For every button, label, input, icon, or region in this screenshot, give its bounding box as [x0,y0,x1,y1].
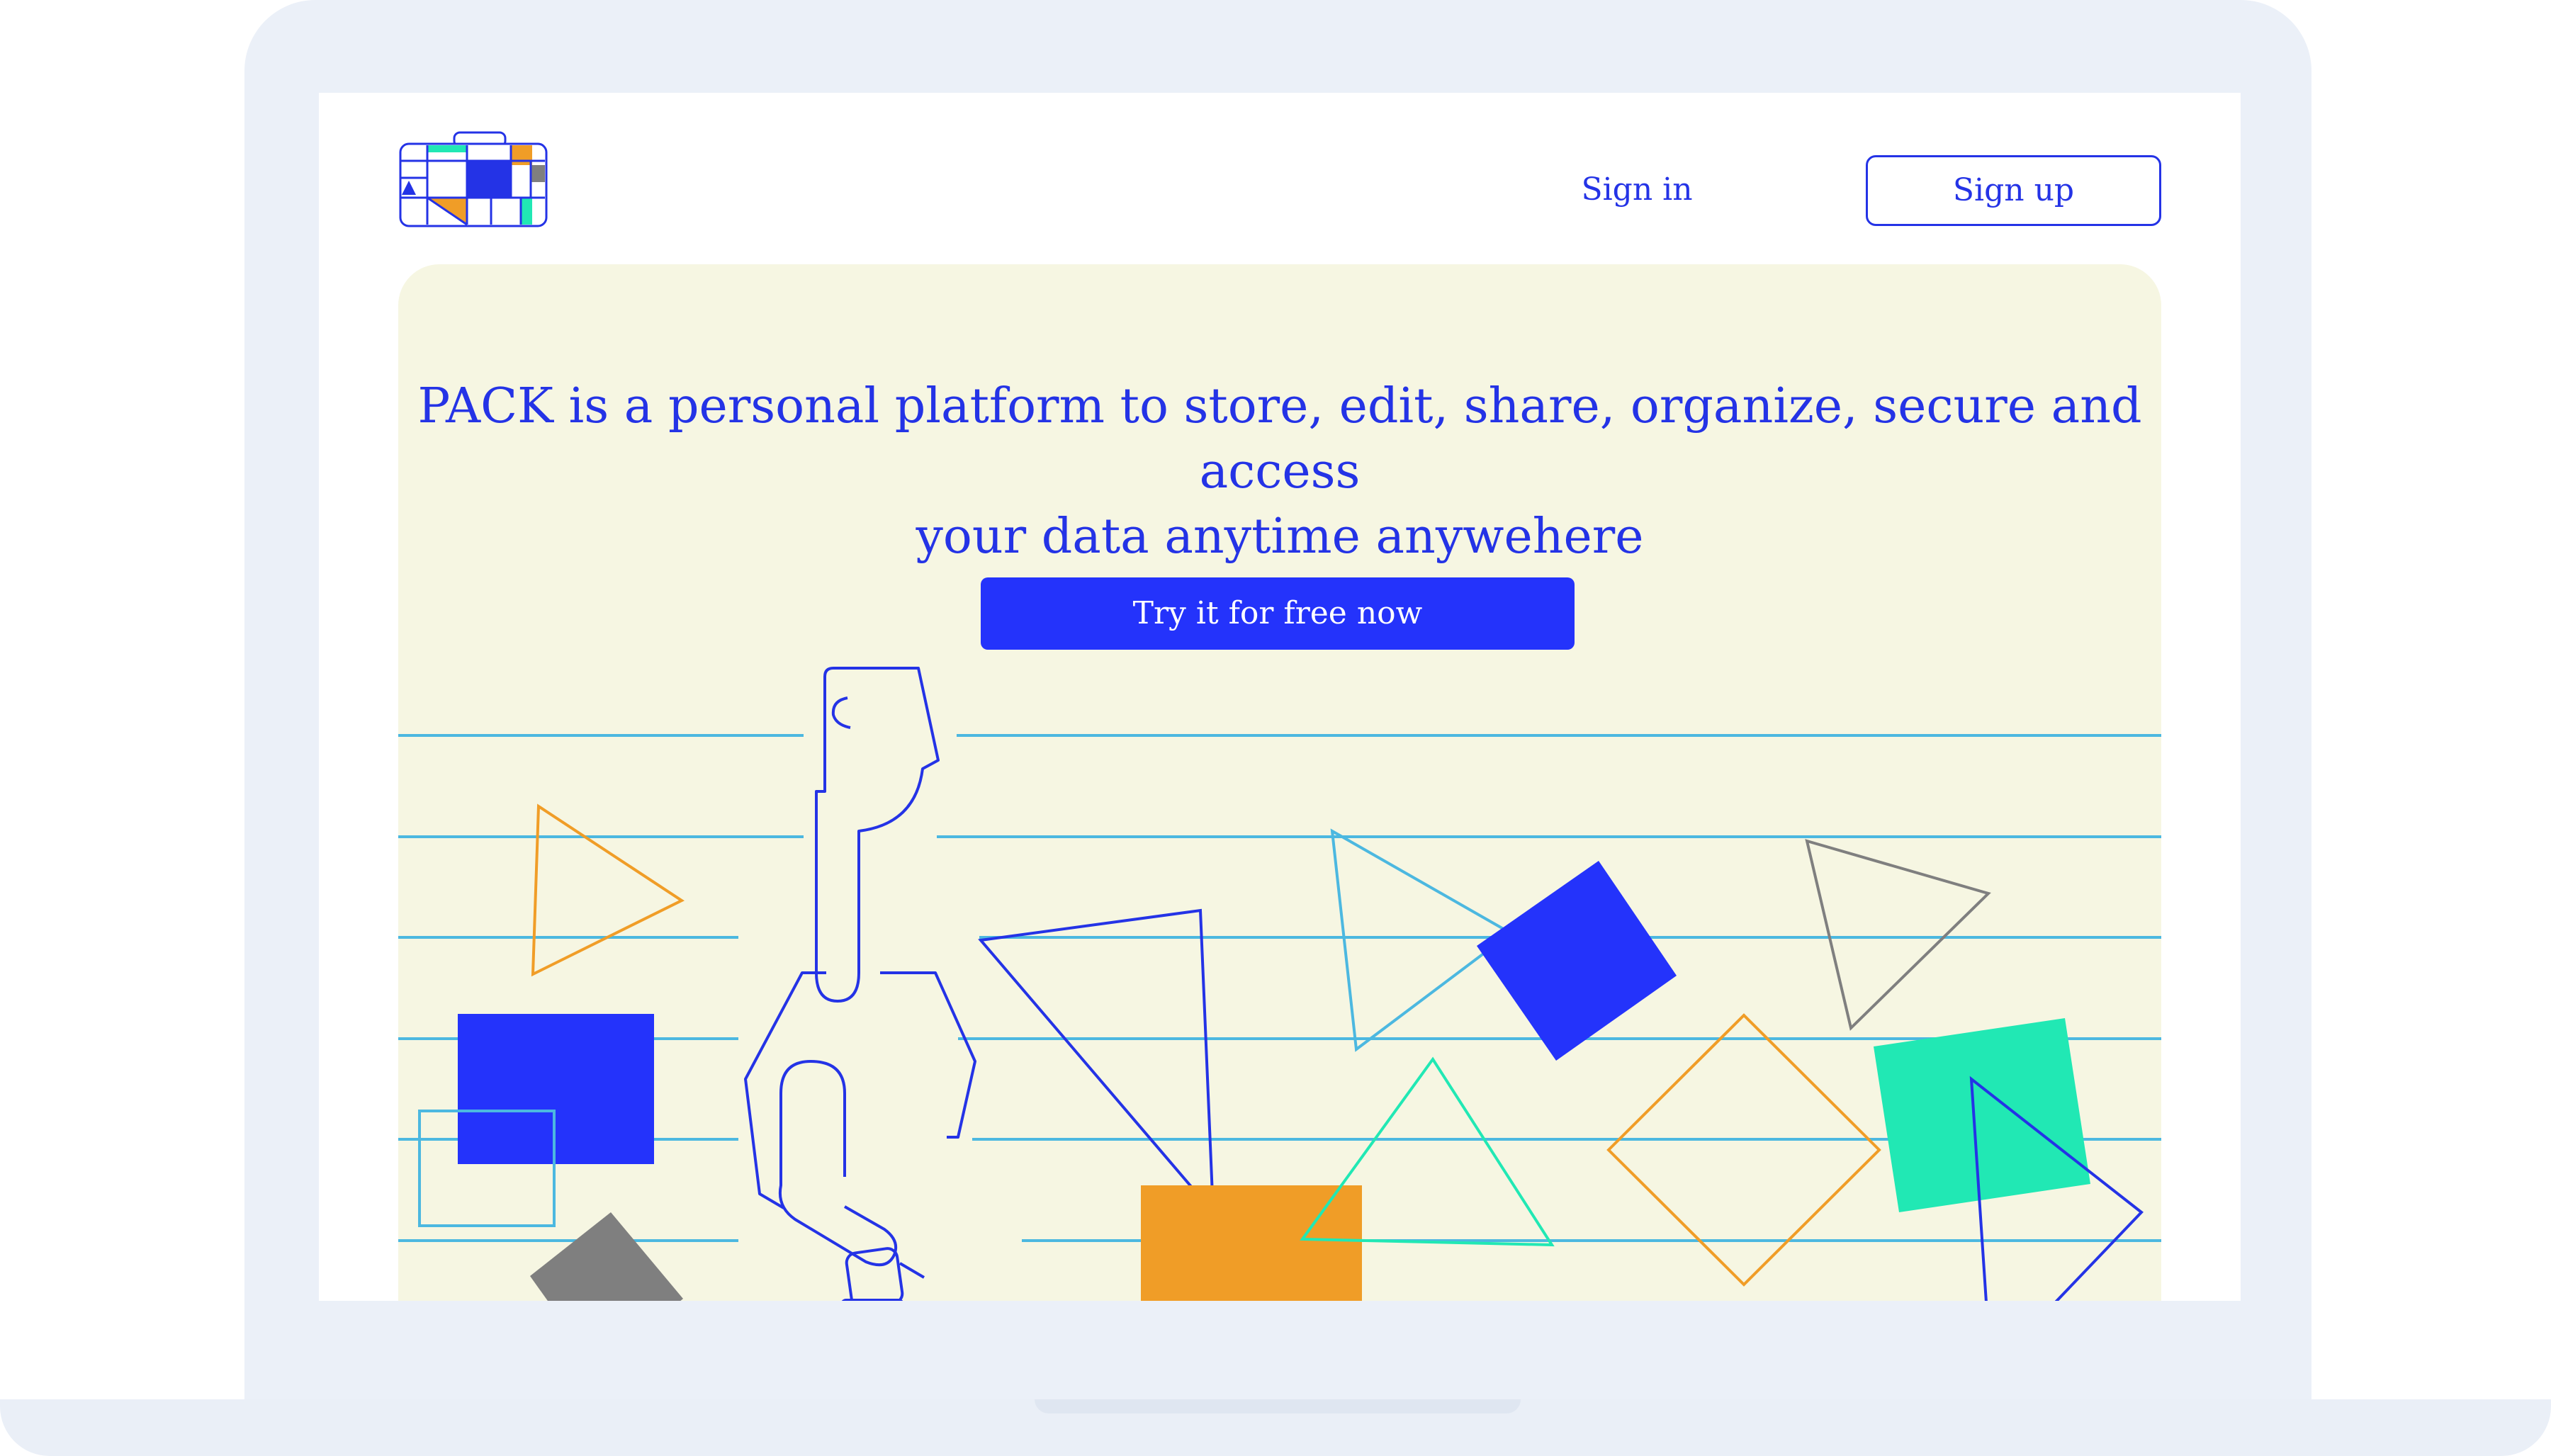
headline-line-1: PACK is a personal platform to store, ed… [417,378,2142,500]
sign-up-button[interactable]: Sign up [1866,155,2161,226]
hero-section: PACK is a personal platform to store, ed… [398,264,2161,1301]
orange-outline-diamond [1606,1013,1881,1287]
blue-outline-triangle [978,908,1215,1217]
headline-line-2: your data anytime anywehere [916,509,1644,565]
gray-outline-triangle [1805,839,1991,1031]
pack-logo-icon[interactable] [399,131,549,229]
try-free-button[interactable]: Try it for free now [981,577,1575,650]
cyan-outline-triangle [1330,828,1514,1052]
suitcase-icon [841,1299,903,1301]
orange-outline-triangle [531,803,685,977]
blue-diamond [1477,861,1677,1061]
laptop-notch [1035,1399,1521,1413]
person-figure [744,667,976,1301]
hero-headline: PACK is a personal platform to store, ed… [398,374,2161,570]
blue-square [458,1014,654,1164]
sign-in-link[interactable]: Sign in [1538,162,1736,218]
browser-screen: Sign in Sign up PACK is a personal platf… [319,93,2241,1301]
teal-square [1874,1018,2090,1212]
